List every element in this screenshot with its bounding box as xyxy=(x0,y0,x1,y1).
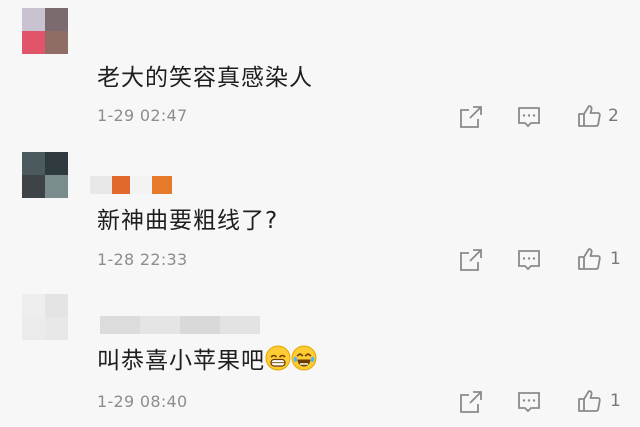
username-pixel xyxy=(152,176,172,194)
comment-timestamp: 1-29 02:47 xyxy=(97,106,188,125)
share-icon xyxy=(460,391,482,413)
avatar-pixel xyxy=(45,317,68,340)
comment-item: 老大的笑容真感染人 1-29 02:47 2 xyxy=(0,0,640,140)
username-pixel xyxy=(180,316,220,334)
like-button[interactable] xyxy=(576,103,602,129)
like-button[interactable] xyxy=(576,246,602,272)
comment-icon xyxy=(518,107,540,128)
avatar-pixel xyxy=(45,31,68,54)
avatar-pixel xyxy=(22,152,45,175)
grinning-face-emoji xyxy=(265,345,291,377)
comment-timestamp: 1-29 08:40 xyxy=(97,392,188,411)
username-pixel xyxy=(140,316,180,334)
share-button[interactable] xyxy=(458,247,484,273)
tears-of-joy-emoji xyxy=(291,345,317,377)
comment-item: 新神曲要粗线了? 1-28 22:33 1 xyxy=(0,140,640,280)
like-count: 2 xyxy=(608,106,619,126)
avatar[interactable] xyxy=(22,294,68,340)
share-button[interactable] xyxy=(458,389,484,415)
like-count: 1 xyxy=(610,249,621,269)
reply-button[interactable] xyxy=(516,247,542,273)
username-blurred[interactable] xyxy=(100,316,260,334)
avatar-pixel xyxy=(22,31,45,54)
comment-item: 叫恭喜小苹果吧 1-29 08:40 1 xyxy=(0,280,640,427)
thumbs-up-icon xyxy=(578,105,601,127)
comment-icon xyxy=(518,250,540,271)
thumbs-up-icon xyxy=(578,248,601,270)
username-pixel xyxy=(112,176,130,194)
avatar-pixel xyxy=(22,317,45,340)
username-pixel xyxy=(90,176,112,194)
avatar-pixel xyxy=(22,8,45,31)
comment-text: 老大的笑容真感染人 xyxy=(97,65,313,91)
share-icon xyxy=(460,106,482,128)
comment-text: 叫恭喜小苹果吧 xyxy=(97,341,317,377)
avatar-pixel xyxy=(22,294,45,317)
avatar-pixel xyxy=(22,175,45,198)
reply-button[interactable] xyxy=(516,389,542,415)
avatar[interactable] xyxy=(22,152,68,198)
like-button[interactable] xyxy=(576,388,602,414)
comment-icon xyxy=(518,392,540,413)
comment-text-body: 叫恭喜小苹果吧 xyxy=(97,348,265,374)
avatar-pixel xyxy=(45,8,68,31)
avatar-pixel xyxy=(45,175,68,198)
comment-text: 新神曲要粗线了? xyxy=(97,208,279,234)
comment-timestamp: 1-28 22:33 xyxy=(97,250,188,269)
avatar-pixel xyxy=(45,294,68,317)
reply-button[interactable] xyxy=(516,104,542,130)
username-pixel xyxy=(100,316,140,334)
avatar-pixel xyxy=(45,152,68,175)
username-pixel xyxy=(130,176,152,194)
like-count: 1 xyxy=(610,391,621,411)
thumbs-up-icon xyxy=(578,390,601,412)
username-blurred[interactable] xyxy=(90,176,172,194)
share-icon xyxy=(460,249,482,271)
share-button[interactable] xyxy=(458,104,484,130)
avatar[interactable] xyxy=(22,8,68,54)
username-pixel xyxy=(220,316,260,334)
